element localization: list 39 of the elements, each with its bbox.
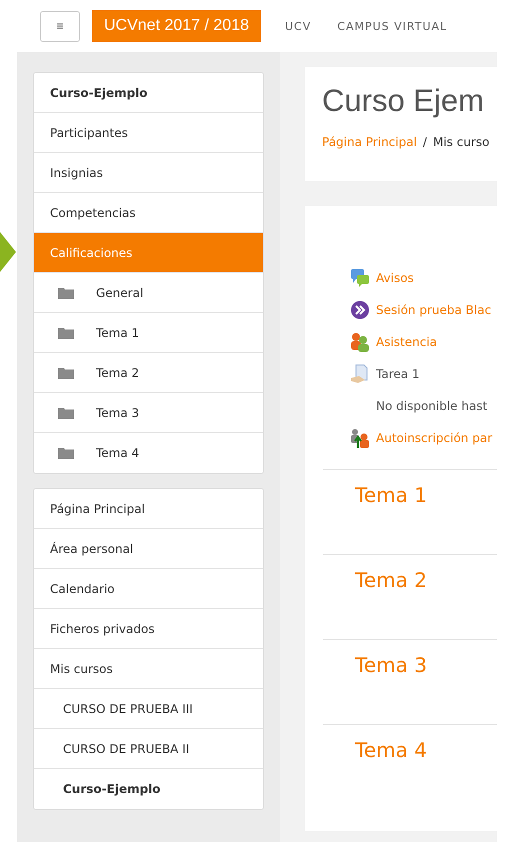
section-title: Tema 3 (355, 653, 427, 677)
breadcrumb-link[interactable]: Mis curso (432, 135, 490, 149)
double-chevron-icon (350, 300, 370, 320)
breadcrumb-separator: / (422, 135, 427, 149)
people-icon (350, 332, 370, 352)
activity-text: No disponible hast (376, 398, 488, 412)
nav-item[interactable]: Tema 3 (34, 393, 263, 433)
nav-item[interactable]: Tema 1 (34, 313, 263, 353)
people-arrow-icon (350, 428, 370, 448)
folder-icon (58, 366, 74, 378)
menu-button[interactable]: ≡ (40, 10, 80, 42)
nav-item[interactable]: CURSO DE PRUEBA III (34, 689, 263, 729)
chat-bubbles-icon (350, 268, 370, 288)
nav-item[interactable]: Página Principal (34, 489, 263, 529)
nav-item[interactable]: Curso-Ejemplo (34, 769, 263, 809)
nav-link[interactable]: UCV (285, 20, 312, 32)
nav-item[interactable]: Tema 4 (34, 433, 263, 473)
nav-item[interactable]: CURSO DE PRUEBA II (34, 729, 263, 769)
nav-item[interactable]: Mis cursos (34, 649, 263, 689)
section-title: Tema 1 (355, 483, 427, 507)
section-title: Tema 4 (355, 738, 427, 762)
nav-item[interactable]: Tema 2 (34, 353, 263, 393)
section-title: Tema 2 (355, 568, 427, 592)
folder-icon (58, 286, 74, 298)
nav-item[interactable]: Área personal (34, 529, 263, 569)
activity-text: Tarea 1 (376, 366, 420, 380)
folder-icon (58, 406, 74, 418)
nav-item[interactable]: Ficheros privados (34, 609, 263, 649)
pointer-arrow-icon (0, 232, 16, 272)
nav-link[interactable]: CAMPUS VIRTUAL (337, 20, 448, 32)
folder-icon (58, 447, 74, 459)
nav-item[interactable]: General (34, 273, 263, 313)
nav-item[interactable]: Curso-Ejemplo (34, 73, 263, 113)
folder-icon (58, 326, 74, 338)
nav-item[interactable]: Participantes (34, 113, 263, 153)
nav-item[interactable]: Calendario (34, 569, 263, 609)
document-hand-icon (350, 364, 370, 384)
nav-item[interactable]: Insignias (34, 153, 263, 193)
page-title: Curso Ejem (322, 83, 485, 119)
